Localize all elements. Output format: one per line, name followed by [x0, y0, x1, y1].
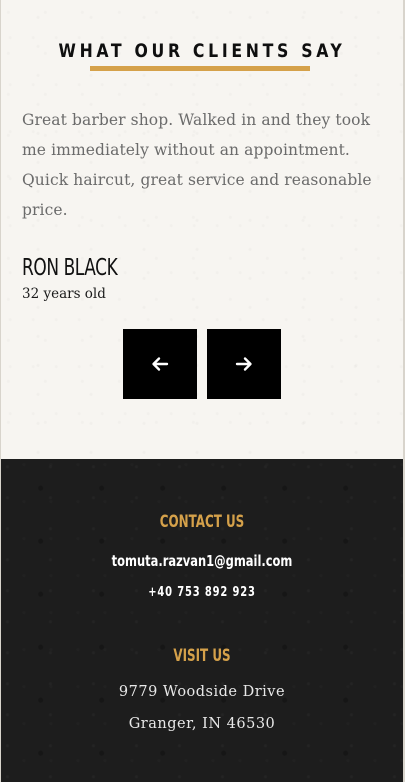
testimonial-author-age: 32 years old [22, 286, 106, 302]
arrow-left-icon [152, 357, 169, 371]
contact-heading: CONTACT US [159, 512, 245, 532]
title-underline [90, 66, 310, 71]
arrow-right-icon [235, 357, 252, 371]
address-line-1: 9779 Woodside Drive [118, 684, 286, 700]
footer: CONTACT US tomuta.razvan1@gmail.com +40 … [1, 459, 403, 782]
section-title: WHAT OUR CLIENTS SAY [58, 40, 346, 62]
testimonial-quote: Great barber shop. Walked in and they to… [22, 111, 372, 219]
visit-heading: VISIT US [173, 646, 231, 666]
testimonial-author: RON BLACK [22, 255, 118, 281]
next-testimonial-button[interactable] [207, 329, 281, 399]
address-line-2: Granger, IN 46530 [128, 716, 276, 732]
previous-testimonial-button[interactable] [123, 329, 197, 399]
contact-phone-link[interactable]: +40 753 892 923 [31, 585, 373, 600]
testimonials-section: WHAT OUR CLIENTS SAY Great barber shop. … [1, 0, 403, 459]
contact-email-link[interactable]: tomuta.razvan1@gmail.com [31, 552, 373, 570]
